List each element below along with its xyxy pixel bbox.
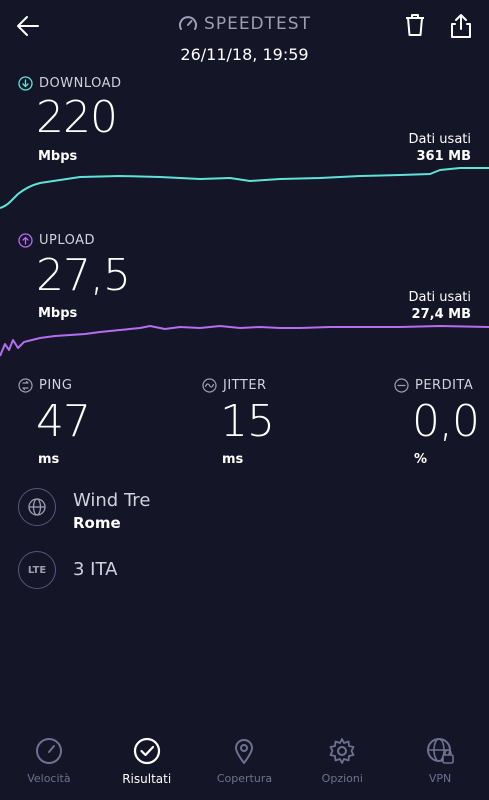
check-circle-icon	[133, 737, 160, 765]
map-pin-icon	[235, 739, 254, 764]
globe-icon	[28, 498, 46, 516]
page-title: SPEEDTEST	[204, 14, 311, 34]
trash-icon[interactable]	[402, 12, 428, 38]
share-icon[interactable]	[447, 12, 475, 40]
nav-label-opzioni: Opzioni	[321, 772, 363, 785]
nav-item-velocita[interactable]: Velocità	[0, 730, 98, 800]
ping-icon	[18, 378, 33, 393]
nav-label-copertura: Copertura	[216, 772, 273, 785]
upload-arrow-icon	[18, 233, 33, 248]
upload-graph	[0, 325, 489, 357]
nav-item-opzioni[interactable]: Opzioni	[293, 730, 391, 800]
download-graph	[0, 167, 489, 209]
jitter-label-text: JITTER	[223, 378, 267, 393]
nav-label-risultati: Risultati	[122, 772, 172, 786]
nav-label-vpn: VPN	[428, 772, 452, 785]
provider-row: Wind Tre Rome	[18, 488, 150, 532]
download-label-text: DOWNLOAD	[39, 76, 122, 91]
nav-item-copertura[interactable]: Copertura	[196, 730, 294, 800]
ping-label: PING	[18, 378, 72, 393]
gear-icon	[329, 738, 355, 764]
speedometer-icon	[35, 738, 62, 764]
server-city: Rome	[73, 514, 121, 532]
bottom-nav: Velocità Risultati Copertura Opzioni VPN	[0, 730, 489, 800]
upload-value: 27,5	[36, 250, 131, 301]
ping-unit: ms	[38, 452, 60, 467]
provider-name: Wind Tre	[73, 490, 151, 511]
loss-unit: %	[414, 452, 428, 467]
ping-label-text: PING	[39, 378, 73, 393]
packet-loss-icon	[394, 378, 409, 393]
download-used-label: Dati usati	[408, 132, 471, 147]
test-date: 26/11/18, 19:59	[180, 45, 309, 64]
globe-circle	[18, 488, 56, 526]
loss-label-text: PERDITA	[415, 378, 474, 393]
upload-label: UPLOAD	[18, 233, 95, 248]
header: SPEEDTEST	[0, 0, 489, 50]
carrier-name: 3 ITA	[73, 559, 118, 580]
provider-info: Wind Tre Rome	[73, 490, 150, 532]
download-arrow-icon	[18, 76, 33, 91]
nav-item-vpn[interactable]: VPN	[391, 730, 489, 800]
lte-circle: LTE	[18, 551, 56, 589]
jitter-unit: ms	[222, 452, 244, 467]
upload-used-label: Dati usati	[408, 290, 471, 305]
carrier-row: LTE 3 ITA	[18, 551, 117, 589]
jitter-icon	[202, 378, 217, 393]
nav-label-velocita: Velocità	[27, 772, 71, 785]
download-label: DOWNLOAD	[18, 76, 122, 91]
loss-value: 0,0	[412, 396, 480, 447]
globe-lock-icon	[427, 738, 454, 764]
lte-badge: LTE	[27, 564, 47, 576]
speedometer-icon	[179, 16, 198, 30]
jitter-label: JITTER	[202, 378, 267, 393]
download-value: 220	[36, 92, 118, 143]
carrier-info: 3 ITA	[73, 559, 117, 580]
jitter-value: 15	[220, 396, 275, 447]
upload-label-text: UPLOAD	[39, 233, 96, 248]
nav-item-risultati[interactable]: Risultati	[98, 730, 196, 800]
ping-value: 47	[36, 396, 91, 447]
loss-label: PERDITA	[394, 378, 473, 393]
